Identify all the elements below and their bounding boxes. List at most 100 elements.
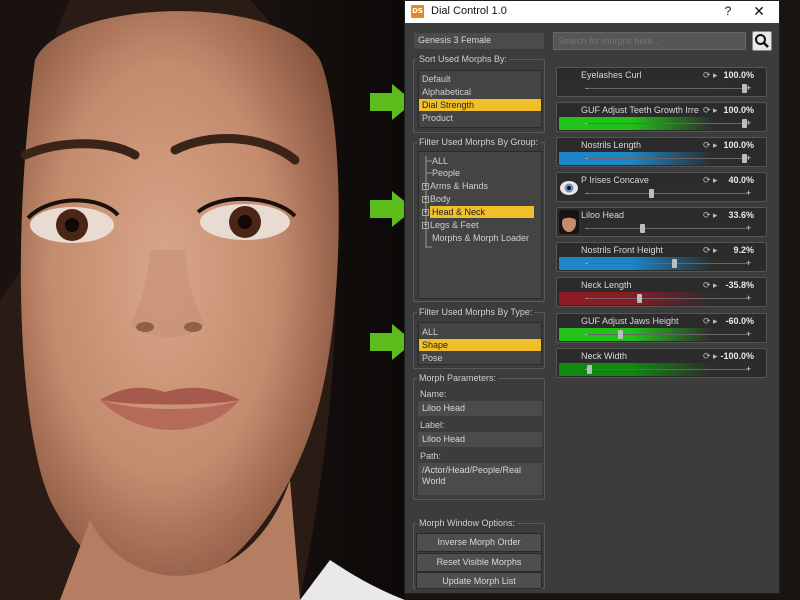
morph-value[interactable]: 100.0% <box>723 70 754 80</box>
morph-value[interactable]: -35.8% <box>725 280 754 290</box>
update-morph-list-button[interactable]: Update Morph List <box>416 572 542 589</box>
expand-icon[interactable]: + <box>422 209 429 217</box>
group-label-morph-loader: Morphs & Morph Loader <box>432 233 530 243</box>
morph-value[interactable]: 40.0% <box>728 175 754 185</box>
morph-name: Liloo Head <box>581 210 625 220</box>
group-label-body: Body <box>430 194 451 204</box>
morph-slider[interactable]: - + GUF Adjust Jaws Height ⟳ ▸ -60.0% <box>556 313 767 343</box>
morph-name: GUF Adjust Teeth Growth Irregular <box>581 105 699 115</box>
type-item-all[interactable]: ALL <box>419 326 541 338</box>
increment-icon[interactable]: + <box>746 364 751 374</box>
portrait-photo <box>0 0 405 600</box>
group-item-legs-feet[interactable]: + Legs & Feet <box>422 219 479 231</box>
search-input[interactable] <box>553 32 746 50</box>
slider-track <box>587 228 747 229</box>
morph-value[interactable]: -100.0% <box>720 351 754 361</box>
reset-play-icon[interactable]: ⟳ ▸ <box>703 245 718 256</box>
morph-name: Neck Width <box>581 351 628 361</box>
slider-track <box>587 263 747 264</box>
close-button[interactable]: ✕ <box>751 3 767 21</box>
slider-knob[interactable] <box>587 365 592 374</box>
path-field: /Actor/Head/People/Real World <box>418 463 542 495</box>
increment-icon[interactable]: + <box>746 223 751 233</box>
group-label-legs: Legs & Feet <box>430 220 479 230</box>
decrement-icon[interactable]: - <box>585 153 588 163</box>
expand-icon[interactable]: + <box>422 222 429 230</box>
increment-icon[interactable]: + <box>746 293 751 303</box>
name-label: Name: <box>420 389 447 399</box>
group-item-people[interactable]: People <box>432 167 460 179</box>
morph-slider[interactable]: - + P Irises Concave ⟳ ▸ 40.0% <box>556 172 767 202</box>
morph-name: Nostrils Front Height <box>581 245 664 255</box>
slider-knob[interactable] <box>672 259 678 268</box>
inverse-morph-order-button[interactable]: Inverse Morph Order <box>416 533 542 552</box>
group-item-body[interactable]: + Body <box>422 193 451 205</box>
params-title: Morph Parameters: <box>417 373 499 383</box>
morph-value[interactable]: 9.2% <box>733 245 754 255</box>
increment-icon[interactable]: + <box>746 329 751 339</box>
morph-slider[interactable]: - + Eyelashes Curl ⟳ ▸ 100.0% <box>556 67 767 97</box>
morph-slider[interactable]: - + Nostrils Front Height ⟳ ▸ 9.2% <box>556 242 767 272</box>
slider-knob[interactable] <box>742 154 747 163</box>
morph-name: Nostrils Length <box>581 140 642 150</box>
sort-list: Default Alphabetical Dial Strength Produ… <box>418 70 542 128</box>
decrement-icon[interactable]: - <box>585 258 588 268</box>
search-button[interactable] <box>752 31 772 51</box>
group-filter: Filter Used Morphs By Group: ALL People … <box>413 137 545 302</box>
decrement-icon[interactable]: - <box>585 118 588 128</box>
morph-value[interactable]: 33.6% <box>728 210 754 220</box>
morph-value[interactable]: 100.0% <box>723 140 754 150</box>
slider-track <box>587 123 747 124</box>
sort-item-dial-strength[interactable]: Dial Strength <box>419 99 541 111</box>
slider-knob[interactable] <box>618 330 623 339</box>
group-label-people: People <box>432 168 461 178</box>
decrement-icon[interactable]: - <box>585 188 588 198</box>
reset-play-icon[interactable]: ⟳ ▸ <box>703 140 718 151</box>
reset-play-icon[interactable]: ⟳ ▸ <box>703 351 718 362</box>
increment-icon[interactable]: + <box>746 258 751 268</box>
morph-value[interactable]: -60.0% <box>725 316 754 326</box>
label-field: Liloo Head <box>418 432 542 447</box>
slider-knob[interactable] <box>636 294 642 303</box>
group-item-all[interactable]: ALL <box>432 155 448 167</box>
decrement-icon[interactable]: - <box>585 293 588 303</box>
sort-item-alphabetical[interactable]: Alphabetical <box>419 86 541 98</box>
type-item-shape[interactable]: Shape <box>419 339 541 351</box>
slider-knob[interactable] <box>742 84 747 93</box>
slider-knob[interactable] <box>742 119 747 128</box>
group-item-head-neck[interactable]: + Head & Neck <box>422 206 534 218</box>
reset-play-icon[interactable]: ⟳ ▸ <box>703 316 718 327</box>
expand-icon[interactable]: + <box>422 183 429 191</box>
reset-play-icon[interactable]: ⟳ ▸ <box>703 70 718 81</box>
sort-item-product[interactable]: Product <box>419 112 541 124</box>
slider-knob[interactable] <box>649 189 654 198</box>
morph-slider[interactable]: -+GUF Adjust Teeth Growth Irregular⟳ ▸10… <box>556 102 767 132</box>
group-item-morph-loader[interactable]: Morphs & Morph Loader <box>432 232 529 244</box>
slider-track <box>587 88 747 89</box>
slider-track <box>587 298 747 299</box>
reset-play-icon[interactable]: ⟳ ▸ <box>703 210 718 221</box>
sort-item-default[interactable]: Default <box>419 73 541 85</box>
reset-visible-morphs-button[interactable]: Reset Visible Morphs <box>416 553 542 572</box>
group-title: Filter Used Morphs By Group: <box>417 137 541 147</box>
decrement-icon[interactable]: - <box>585 223 588 233</box>
decrement-icon[interactable]: - <box>585 83 588 93</box>
morph-slider[interactable]: - + Neck Length ⟳ ▸ -35.8% <box>556 277 767 307</box>
help-button[interactable]: ? <box>721 4 735 20</box>
reset-play-icon[interactable]: ⟳ ▸ <box>703 175 718 186</box>
morph-value[interactable]: 100.0% <box>723 105 754 115</box>
morph-name: Eyelashes Curl <box>581 70 642 80</box>
morph-slider[interactable]: - + Nostrils Length ⟳ ▸ 100.0% <box>556 137 767 167</box>
title-bar[interactable]: DS Dial Control 1.0 ? ✕ <box>405 1 779 23</box>
type-item-pose[interactable]: Pose <box>419 352 541 364</box>
reset-play-icon[interactable]: ⟳ ▸ <box>703 105 718 116</box>
morph-slider[interactable]: -+Neck Width⟳ ▸-100.0% <box>556 348 767 378</box>
slider-knob[interactable] <box>639 224 645 233</box>
group-tree: ALL People + Arms & Hands + Body + Head & N… <box>418 151 542 299</box>
expand-icon[interactable]: + <box>422 196 429 204</box>
reset-play-icon[interactable]: ⟳ ▸ <box>703 280 718 291</box>
group-item-arms-hands[interactable]: + Arms & Hands <box>422 180 488 192</box>
decrement-icon[interactable]: - <box>585 329 588 339</box>
morph-slider[interactable]: - + Liloo Head ⟳ ▸ 33.6% <box>556 207 767 237</box>
increment-icon[interactable]: + <box>746 188 751 198</box>
